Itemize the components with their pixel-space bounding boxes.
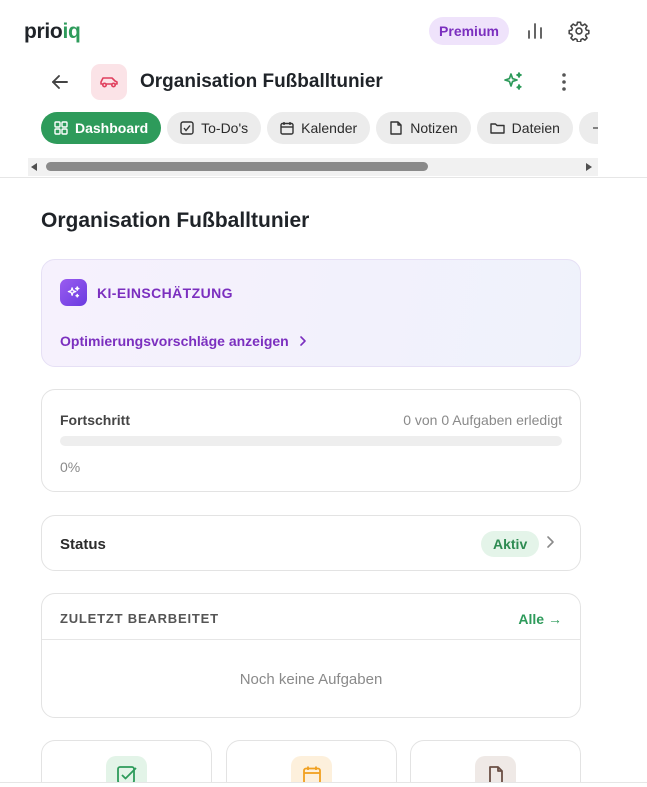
recent-card: ZULETZT BEARBEITET Alle → Noch keine Auf… [41, 593, 581, 718]
tab-scrollbar[interactable] [28, 158, 598, 176]
tab-label: Dateien [511, 120, 560, 136]
gear-icon[interactable] [565, 17, 593, 45]
checkbox-icon [180, 121, 194, 135]
calendar-tile[interactable] [226, 740, 397, 787]
ai-sparkle-icon[interactable] [499, 68, 527, 96]
tab-label: Notizen [410, 120, 458, 136]
chevron-right-icon [546, 535, 555, 554]
progress-bar [60, 436, 562, 446]
optimization-link-text: Optimierungsvorschläge anzeigen [60, 333, 289, 349]
scroll-right-arrow[interactable] [586, 163, 592, 171]
header-divider [0, 177, 647, 178]
tab-dashboard[interactable]: Dashboard [41, 112, 162, 144]
project-header: Organisation Fußballtunier [0, 62, 647, 104]
tab-calendar[interactable]: Kalender [267, 112, 371, 144]
recent-header: ZULETZT BEARBEITET Alle → [42, 594, 580, 640]
tab-notes[interactable]: Notizen [376, 112, 471, 144]
status-label: Status [60, 536, 106, 553]
progress-card: Fortschritt 0 von 0 Aufgaben erledigt 0% [41, 389, 581, 492]
page-title: Organisation Fußballtunier [41, 209, 310, 232]
premium-badge[interactable]: Premium [429, 17, 509, 45]
todos-tile[interactable] [41, 740, 212, 787]
tab-label: Kalender [301, 120, 358, 136]
tab-more[interactable] [578, 112, 598, 144]
note-icon [390, 121, 402, 135]
bar-chart-icon[interactable] [521, 17, 549, 45]
tab-todos[interactable]: To-Do's [167, 112, 262, 144]
tab-label: Dashboard [75, 120, 149, 136]
files-tile[interactable] [410, 740, 581, 787]
chevron-right-icon [299, 336, 306, 346]
recent-title: ZULETZT BEARBEITET [60, 611, 219, 626]
tab-files[interactable]: Dateien [476, 112, 573, 144]
dashboard-grid-icon [54, 121, 68, 135]
project-title: Organisation Fußballtunier [140, 71, 383, 92]
scrollbar-thumb[interactable] [46, 162, 428, 171]
overflow-icon [592, 127, 598, 129]
ai-assessment-card[interactable]: KI-EINSCHÄTZUNG Optimierungsvorschläge a… [41, 259, 581, 367]
bottom-bar [0, 783, 647, 787]
scroll-left-arrow[interactable] [31, 163, 37, 171]
status-badge: Aktiv [481, 531, 540, 557]
empty-state-text: Noch keine Aufgaben [239, 671, 383, 688]
top-bar: prioiq Premium [0, 0, 647, 62]
progress-percent: 0% [60, 459, 81, 475]
progress-count: 0 von 0 Aufgaben erledigt [403, 412, 562, 428]
progress-label: Fortschritt [60, 412, 130, 428]
more-options-icon[interactable] [550, 68, 578, 96]
tab-label: To-Do's [201, 120, 249, 136]
ai-assessment-label: KI-EINSCHÄTZUNG [97, 285, 233, 301]
calendar-icon [280, 122, 294, 135]
car-icon [91, 64, 127, 100]
folder-icon [489, 123, 505, 134]
back-arrow-icon[interactable] [46, 68, 74, 96]
optimization-link[interactable]: Optimierungsvorschläge anzeigen [60, 333, 307, 349]
view-all-link[interactable]: Alle → [518, 611, 562, 627]
quick-tiles [41, 740, 581, 787]
status-card[interactable]: Status Aktiv [41, 515, 581, 571]
app-logo[interactable]: prioiq [24, 20, 81, 44]
tab-bar: Dashboard To-Do's Kalender Notizen Datei… [28, 112, 598, 146]
ai-sparkle-icon [60, 279, 87, 306]
